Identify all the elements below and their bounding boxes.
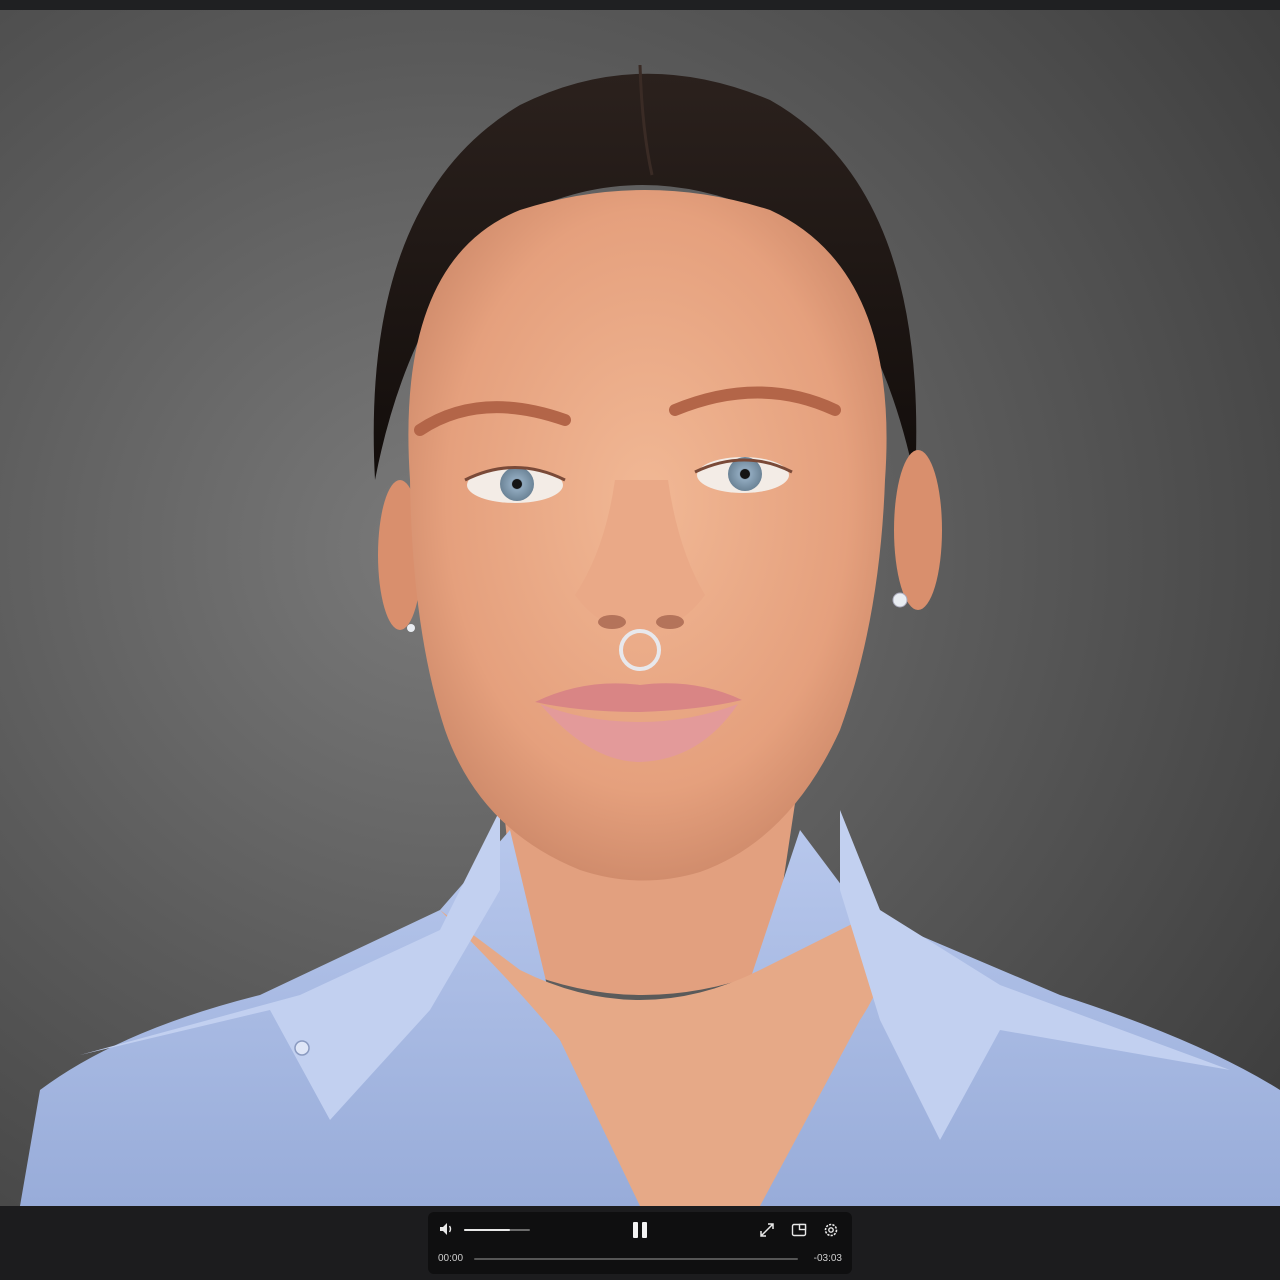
pupil-right: [740, 469, 750, 479]
ear-right: [894, 450, 942, 610]
gear-icon[interactable]: [822, 1222, 840, 1238]
seek-bar[interactable]: [474, 1258, 798, 1260]
top-strip: [0, 0, 1280, 10]
remaining-time: -03:03: [813, 1253, 842, 1264]
video-frame[interactable]: [0, 10, 1280, 1206]
pause-icon-bar: [642, 1222, 647, 1238]
earring-left: [407, 624, 415, 632]
pause-button[interactable]: [628, 1220, 652, 1240]
shirt-button: [294, 1040, 310, 1056]
volume-fill: [464, 1229, 511, 1231]
expand-icon[interactable]: [758, 1222, 776, 1238]
earring: [892, 592, 908, 608]
video-content: [0, 10, 1280, 1206]
current-time: 00:00: [438, 1253, 464, 1264]
picture-in-picture-icon[interactable]: [790, 1222, 808, 1238]
pause-icon: [633, 1222, 638, 1238]
video-controls: 00:00 -03:03: [428, 1212, 852, 1274]
nostril-left: [598, 615, 626, 629]
volume-slider[interactable]: [464, 1229, 530, 1231]
speaker-icon[interactable]: [438, 1222, 456, 1238]
pupil-left: [512, 479, 522, 489]
nostril-right: [656, 615, 684, 629]
